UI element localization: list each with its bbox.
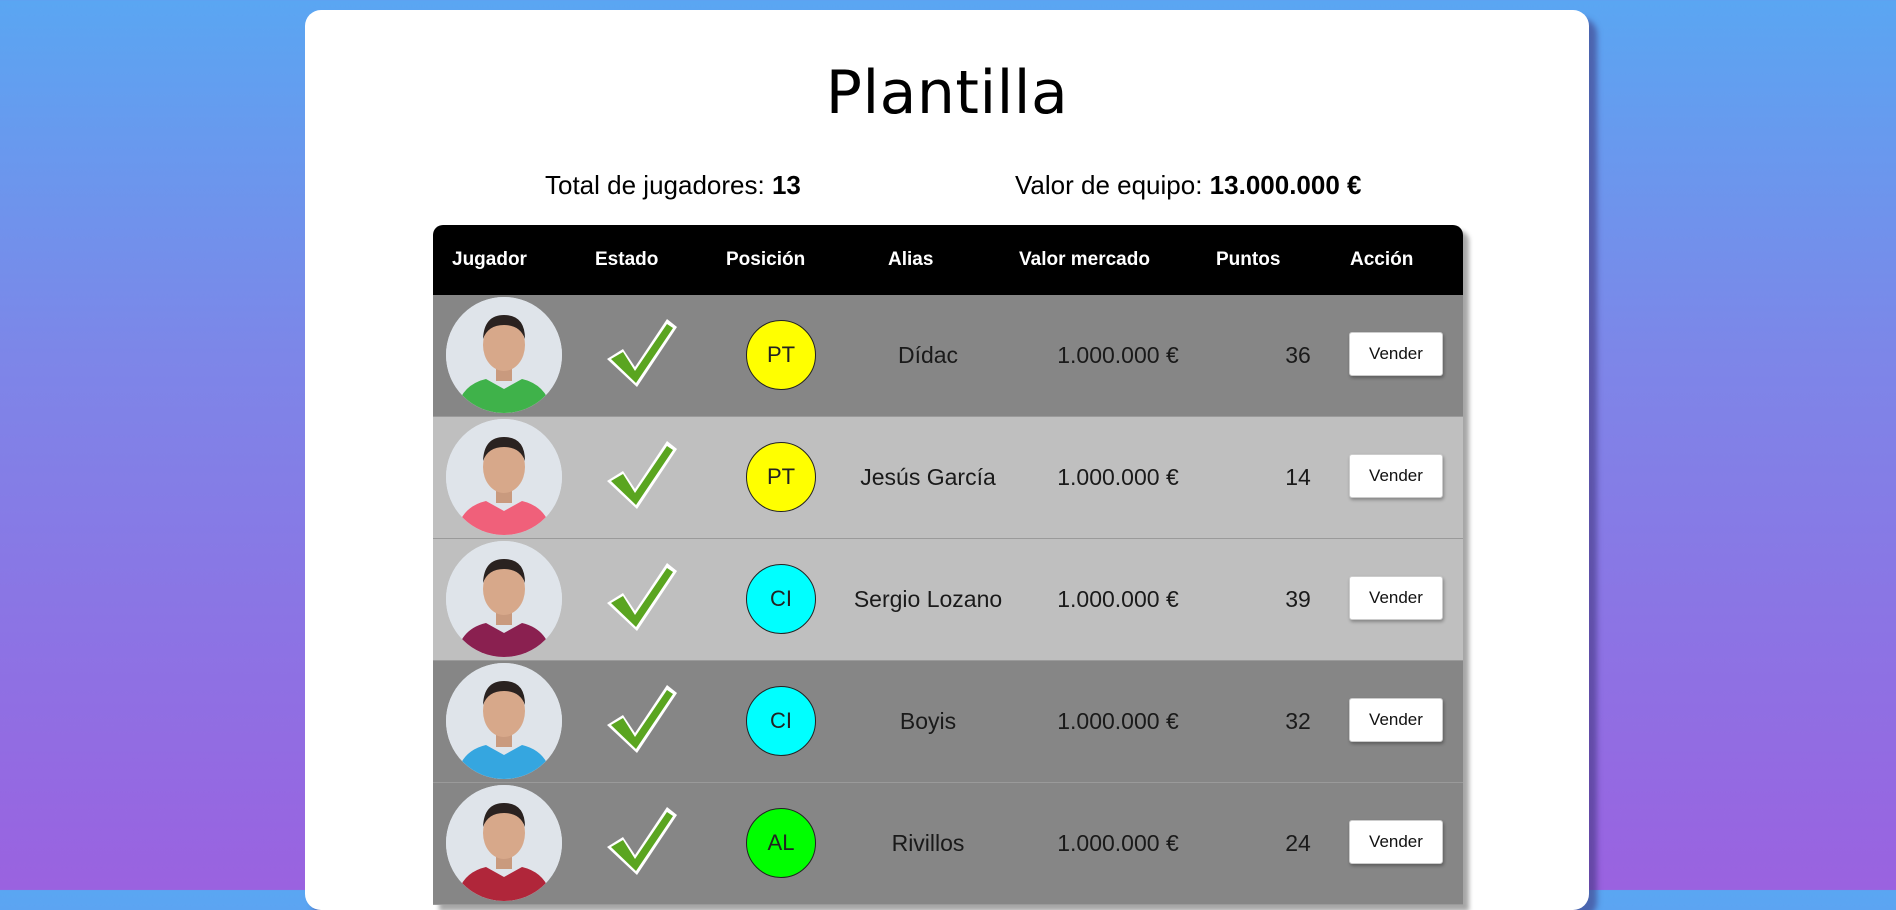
table-row: AL Rivillos 1.000.000 € 24 Vender — [433, 783, 1463, 905]
market-value-cell: 1.000.000 € — [1057, 830, 1179, 856]
player-avatar — [446, 541, 562, 657]
squad-table: Jugador Estado Posición Alias Valor merc… — [433, 225, 1463, 905]
total-players-label: Total de jugadores: — [545, 170, 772, 200]
table-header: Jugador Estado Posición Alias Valor merc… — [433, 225, 1463, 295]
position-label: PT — [766, 342, 796, 367]
sell-button[interactable]: Vender — [1349, 576, 1443, 620]
table-row: CI Boyis 1.000.000 € 32 Vender — [433, 661, 1463, 783]
alias-cell: Jesús García — [860, 464, 996, 490]
alias-cell: Dídac — [897, 342, 959, 368]
check-icon — [601, 679, 681, 764]
team-value-value: 13.000.000 € — [1209, 170, 1362, 200]
market-value-cell: 1.000.000 € — [1057, 342, 1179, 368]
header-alias: Alias — [888, 249, 934, 270]
sell-button[interactable]: Vender — [1349, 698, 1443, 742]
position-label: CI — [770, 708, 792, 733]
player-avatar — [446, 663, 562, 779]
page-title: Plantilla — [825, 58, 1069, 128]
position-badge: CI — [746, 686, 816, 756]
position-badge: PT — [746, 442, 816, 512]
table-body: PT Dídac 1.000.000 € 36 Vender PT Jesús … — [433, 295, 1463, 905]
alias-cell: Sergio Lozano — [853, 586, 1003, 612]
position-badge: AL — [746, 808, 816, 878]
check-icon — [601, 557, 681, 642]
sell-button[interactable]: Vender — [1349, 332, 1443, 376]
header-accion: Acción — [1350, 249, 1414, 270]
table-row: PT Jesús García 1.000.000 € 14 Vender — [433, 417, 1463, 539]
table-row: CI Sergio Lozano 1.000.000 € 39 Vender — [433, 539, 1463, 661]
total-players-stat: Total de jugadores: 13 — [545, 170, 801, 201]
position-badge: CI — [746, 564, 816, 634]
market-value-cell: 1.000.000 € — [1057, 464, 1179, 490]
sell-button[interactable]: Vender — [1349, 454, 1443, 498]
position-label: AL — [767, 830, 795, 855]
check-icon — [601, 801, 681, 886]
header-puntos: Puntos — [1216, 249, 1281, 270]
position-label: CI — [770, 586, 792, 611]
player-avatar — [446, 297, 562, 413]
squad-card: Plantilla Total de jugadores: 13 Valor d… — [305, 10, 1589, 910]
market-value-cell: 1.000.000 € — [1057, 586, 1179, 612]
sell-button[interactable]: Vender — [1349, 820, 1443, 864]
header-valor-mercado: Valor mercado — [1019, 249, 1150, 270]
player-avatar — [446, 785, 562, 901]
position-badge: PT — [746, 320, 816, 390]
header-jugador: Jugador — [452, 249, 527, 270]
total-players-value: 13 — [771, 170, 801, 200]
team-value-label: Valor de equipo: — [1015, 170, 1210, 200]
check-icon — [601, 313, 681, 398]
market-value-cell: 1.000.000 € — [1057, 708, 1179, 734]
team-value-stat: Valor de equipo: 13.000.000 € — [1015, 170, 1361, 201]
player-avatar — [446, 419, 562, 535]
table-row: PT Dídac 1.000.000 € 36 Vender — [433, 295, 1463, 417]
header-posicion: Posición — [726, 249, 806, 270]
alias-cell: Rivillos — [891, 830, 965, 856]
check-icon — [601, 435, 681, 520]
alias-cell: Boyis — [899, 708, 957, 734]
position-label: PT — [766, 464, 796, 489]
header-estado: Estado — [595, 249, 659, 270]
